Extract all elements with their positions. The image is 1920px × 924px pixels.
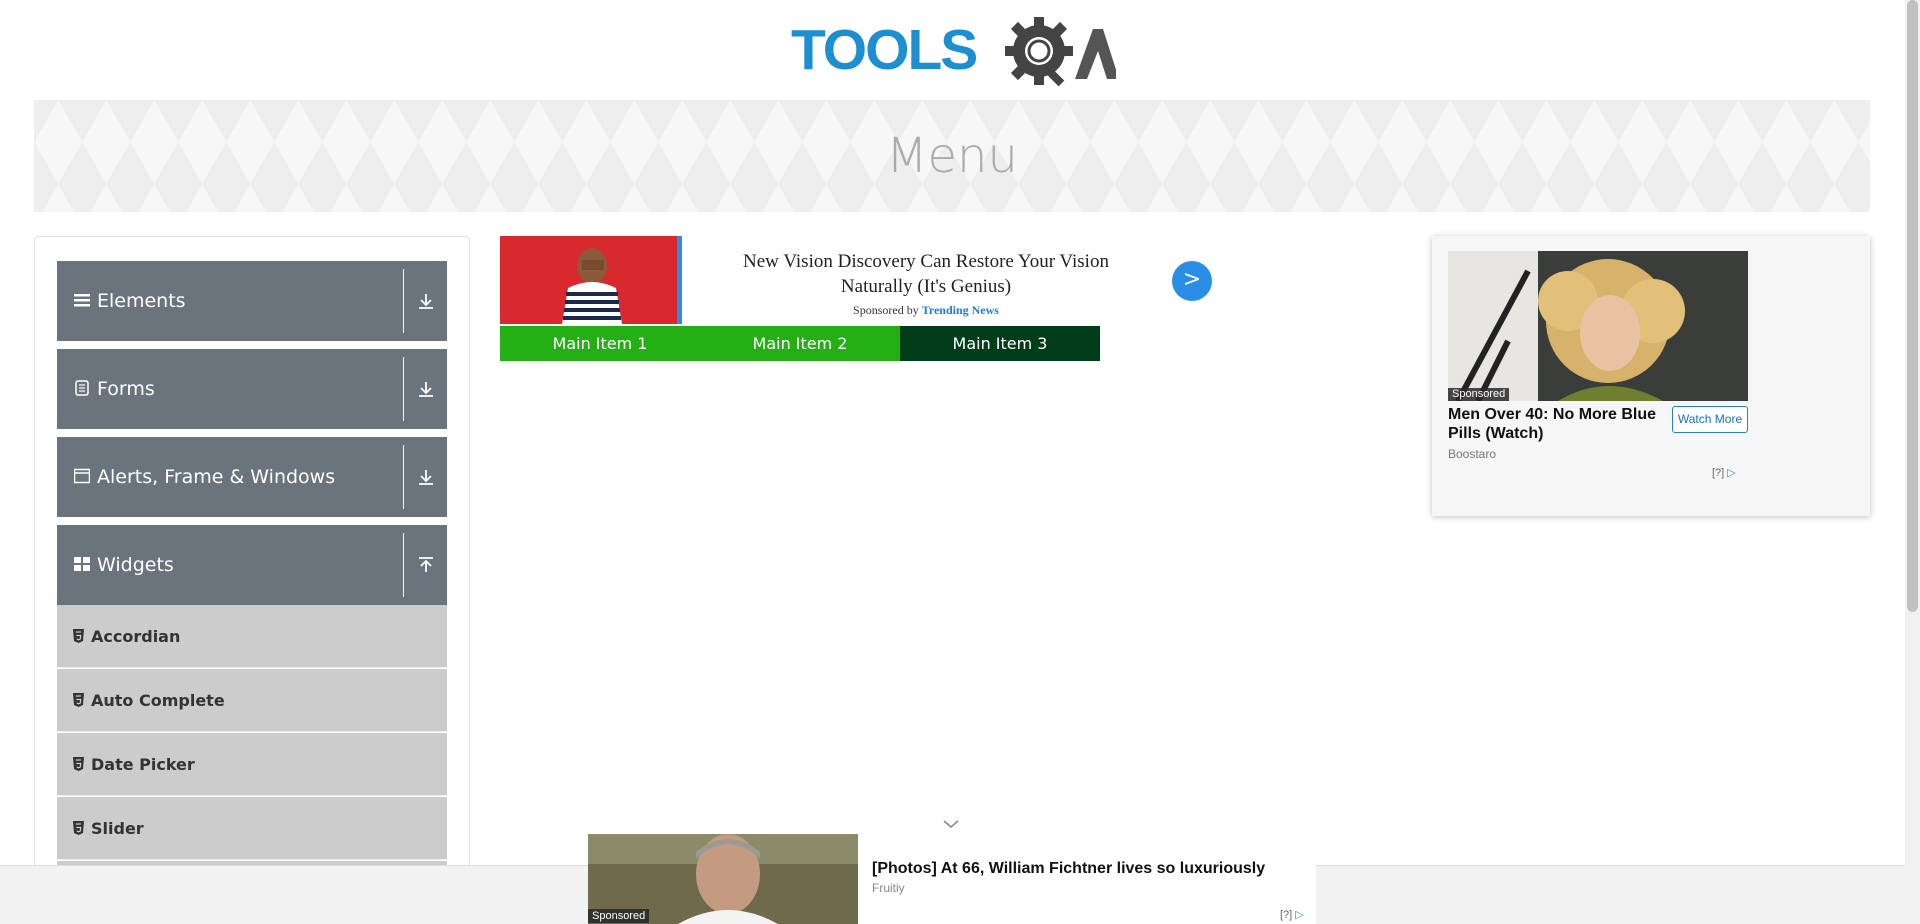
logo-text-tools: TOOLS	[791, 18, 978, 82]
gear-magnifier-icon	[1005, 17, 1116, 87]
download-arrow-icon	[419, 294, 433, 309]
adchoices-icon[interactable]: [?] ▷	[1280, 908, 1304, 922]
main-nav: Main Item 1 Main Item 2 Main Item 3	[500, 326, 1100, 361]
ad-next-button[interactable]: >	[1172, 261, 1212, 301]
download-arrow-icon	[419, 470, 433, 485]
divider	[403, 533, 404, 597]
divider	[403, 269, 404, 333]
page-banner: Menu	[34, 100, 1870, 212]
html5-icon	[73, 693, 84, 707]
sidebar-item-label: Auto Complete	[91, 691, 225, 710]
page-title: Menu	[886, 128, 1018, 184]
toolsqa-logo[interactable]: TOOLS	[791, 15, 1116, 90]
bottom-ad[interactable]: Sponsored [Photos] At 66, William Fichtn…	[588, 834, 1316, 924]
sidebar-group-alerts[interactable]: Alerts, Frame & Windows	[57, 437, 447, 517]
sidebar-group-label: Forms	[97, 378, 155, 400]
chevron-down-icon[interactable]	[942, 818, 960, 830]
sidebar: Elements Forms Alerts, Frame & Windows W…	[34, 236, 470, 924]
hamburger-icon	[74, 294, 90, 307]
sidebar-group-elements[interactable]: Elements	[57, 261, 447, 341]
scrollbar-thumb[interactable]	[1907, 0, 1918, 612]
divider	[403, 445, 404, 509]
sidebar-group-label: Alerts, Frame & Windows	[97, 466, 336, 488]
right-ad[interactable]: Sponsored Men Over 40: No More Blue Pill…	[1432, 236, 1870, 516]
ad-brand: Fruitiy	[872, 881, 905, 895]
sidebar-item-accordian[interactable]: Accordian	[57, 605, 447, 668]
ad-photo	[500, 236, 682, 324]
sidebar-group-label: Widgets	[97, 554, 174, 576]
ad-sponsor-prefix: Sponsored by	[853, 303, 919, 317]
html5-icon	[73, 629, 84, 643]
divider	[403, 357, 404, 421]
adchoices-icon[interactable]: [?] ▷	[1712, 466, 1736, 480]
window-icon	[74, 468, 90, 484]
ad-title[interactable]: Men Over 40: No More Blue Pills (Watch)	[1448, 405, 1670, 443]
sidebar-item-auto-complete[interactable]: Auto Complete	[57, 669, 447, 732]
sidebar-group-widgets[interactable]: Widgets	[57, 525, 447, 605]
watch-more-button[interactable]: Watch More	[1672, 406, 1748, 433]
ad-title[interactable]: [Photos] At 66, William Fichtner lives s…	[872, 859, 1265, 878]
adchoices-label: [?]	[1712, 467, 1725, 479]
widgets-icon	[74, 557, 90, 571]
form-icon	[75, 380, 89, 396]
ad-image	[1448, 251, 1748, 401]
sponsored-badge: Sponsored	[1448, 388, 1510, 401]
nav-item-main-1[interactable]: Main Item 1	[500, 326, 700, 361]
sidebar-item-date-picker[interactable]: Date Picker	[57, 733, 447, 796]
sidebar-group-label: Elements	[97, 290, 186, 312]
adchoices-label: [?]	[1280, 909, 1293, 921]
upload-arrow-icon	[419, 557, 433, 572]
sidebar-item-label: Date Picker	[91, 755, 195, 774]
ad-sponsor: Sponsored by Trending News	[716, 302, 1136, 318]
sidebar-item-slider[interactable]: Slider	[57, 797, 447, 860]
sidebar-item-label: Accordian	[91, 627, 181, 646]
ad-headline: New Vision Discovery Can Restore Your Vi…	[743, 251, 1109, 297]
top-ad[interactable]: New Vision Discovery Can Restore Your Vi…	[500, 236, 1212, 326]
download-arrow-icon	[419, 382, 433, 397]
logo-text: TOOLS	[791, 17, 978, 83]
nav-item-main-2[interactable]: Main Item 2	[700, 326, 900, 361]
html5-icon	[73, 821, 84, 835]
html5-icon	[73, 757, 84, 771]
nav-item-main-3[interactable]: Main Item 3	[900, 326, 1100, 361]
sponsored-badge: Sponsored	[588, 909, 650, 923]
ad-brand: Boostaro	[1448, 447, 1497, 461]
sidebar-item-label: Slider	[91, 819, 144, 838]
sidebar-group-forms[interactable]: Forms	[57, 349, 447, 429]
ad-sponsor-name[interactable]: Trending News	[922, 303, 999, 317]
